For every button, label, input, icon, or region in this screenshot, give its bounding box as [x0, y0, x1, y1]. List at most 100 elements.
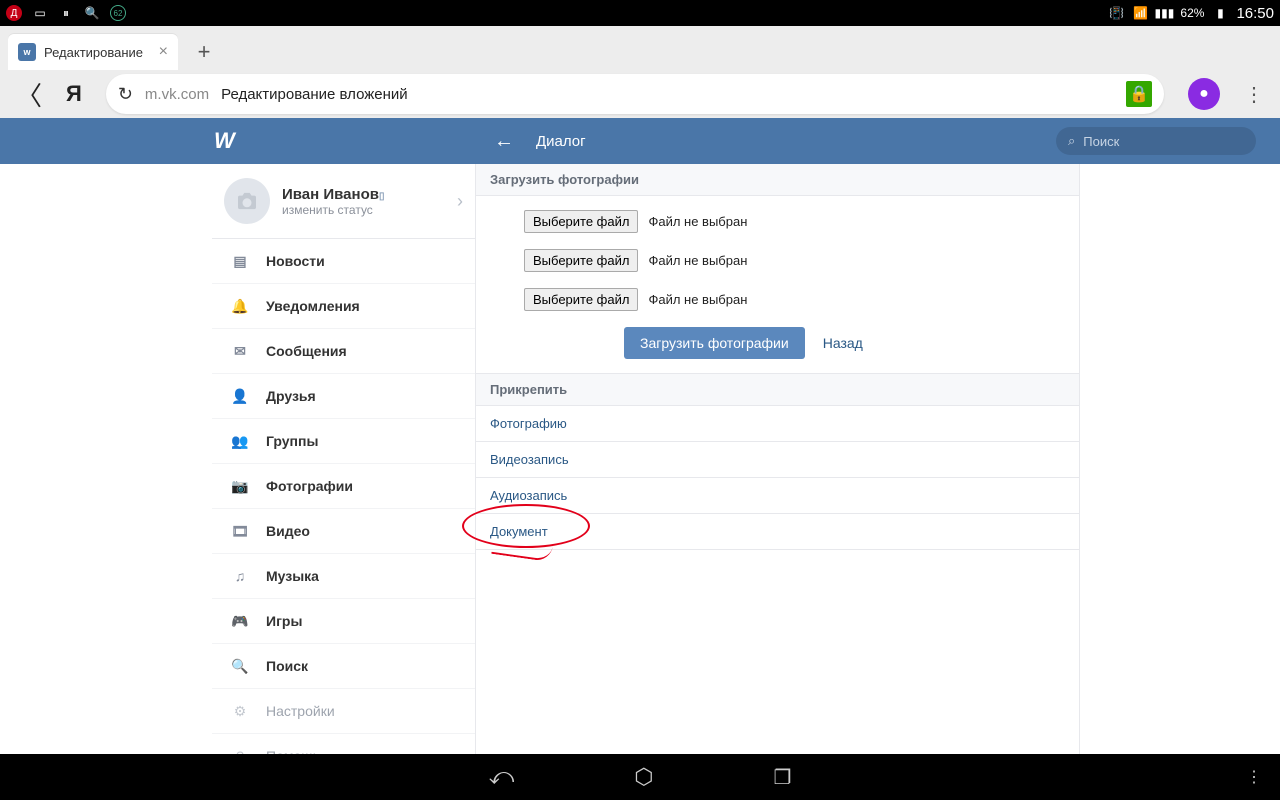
url-field[interactable]: ↻ m.vk.com Редактирование вложений 🔒 — [106, 74, 1164, 114]
sidebar-item-music[interactable]: ♫ Музыка — [212, 554, 475, 599]
nav-back-icon[interactable]: ⤺ — [489, 763, 515, 791]
sidebar: Иван Иванов▯ изменить статус › ▤ Новости… — [212, 164, 476, 754]
nav-recent-icon[interactable]: ❐ — [773, 765, 791, 790]
nav-back-button[interactable]: 〈 — [16, 76, 42, 113]
chevron-right-icon: › — [457, 191, 463, 212]
sidebar-item-label: Фотографии — [266, 478, 353, 494]
signal-icon: ▮▮▮ — [1156, 5, 1172, 21]
news-icon: ▤ — [230, 251, 250, 271]
music-icon: ♫ — [230, 566, 250, 586]
sidebar-item-label: Музыка — [266, 568, 319, 584]
film-icon: 🎞 — [230, 521, 250, 541]
wifi-icon: 📶 — [1132, 5, 1148, 21]
search-icon: 🔍 — [84, 5, 100, 21]
sidebar-item-groups[interactable]: 👥 Группы — [212, 419, 475, 464]
back-arrow-icon[interactable]: ← — [494, 130, 514, 153]
sidebar-item-messages[interactable]: ✉ Сообщения — [212, 329, 475, 374]
browser-tab[interactable]: w Редактирование × — [8, 34, 178, 70]
sidebar-item-friends[interactable]: 👤 Друзья — [212, 374, 475, 419]
file-input-row: Выберите файл Файл не выбран — [524, 288, 1031, 311]
reload-icon[interactable]: ↻ — [118, 84, 133, 105]
choose-file-button[interactable]: Выберите файл — [524, 210, 638, 233]
upload-submit-button[interactable]: Загрузить фотографии — [624, 327, 805, 359]
app-badge-icon: Д — [6, 5, 22, 21]
sidebar-item-label: Настройки — [266, 703, 335, 719]
search-input[interactable]: ⌕ Поиск — [1056, 127, 1256, 155]
sidebar-item-label: Новости — [266, 253, 325, 269]
annotation-tail — [491, 538, 553, 562]
tab-title: Редактирование — [44, 45, 151, 60]
yandex-logo[interactable]: Я — [66, 81, 82, 107]
sidebar-item-label: Уведомления — [266, 298, 360, 314]
pause-icon: ⏸ — [58, 5, 74, 21]
vibrate-icon: 📳 — [1108, 5, 1124, 21]
user-icon: 👤 — [230, 386, 250, 406]
vk-favicon: w — [18, 43, 36, 61]
sidebar-item-games[interactable]: 🎮 Игры — [212, 599, 475, 644]
android-nav-bar: ⤺ ⬡ ❐ ⋮ — [0, 754, 1280, 800]
file-input-row: Выберите файл Файл не выбран — [524, 210, 1031, 233]
browser-tabstrip: w Редактирование × + — [0, 26, 1280, 70]
profile-name: Иван Иванов▯ — [282, 186, 384, 203]
camera-icon: 📷 — [230, 476, 250, 496]
gear-icon: ⚙ — [230, 701, 250, 721]
battery-percent: 62% — [1180, 6, 1204, 20]
sidebar-item-label: Сообщения — [266, 343, 347, 359]
profile-status[interactable]: изменить статус — [282, 203, 384, 217]
close-icon[interactable]: × — [159, 43, 168, 61]
page-title: Диалог — [536, 133, 586, 150]
choose-file-button[interactable]: Выберите файл — [524, 249, 638, 272]
sidebar-item-settings[interactable]: ⚙ Настройки — [212, 689, 475, 734]
attach-audio-link[interactable]: Аудиозапись — [476, 478, 1079, 514]
attach-document-link[interactable]: Документ — [476, 514, 1079, 550]
sidebar-item-notifications[interactable]: 🔔 Уведомления — [212, 284, 475, 329]
bell-icon: 🔔 — [230, 296, 250, 316]
camera-icon — [236, 192, 258, 210]
sidebar-item-label: Видео — [266, 523, 310, 539]
search-icon: 🔍 — [230, 656, 250, 676]
users-icon: 👥 — [230, 431, 250, 451]
attach-video-link[interactable]: Видеозапись — [476, 442, 1079, 478]
attach-heading: Прикрепить — [476, 374, 1079, 406]
clock: 16:50 — [1236, 5, 1274, 22]
avatar — [224, 178, 270, 224]
file-status: Файл не выбран — [648, 292, 747, 307]
sidebar-item-search[interactable]: 🔍 Поиск — [212, 644, 475, 689]
kebab-menu-icon[interactable]: ⋮ — [1244, 82, 1264, 107]
search-icon: ⌕ — [1068, 133, 1075, 149]
vk-header: W ← Диалог ⌕ Поиск — [0, 118, 1280, 164]
sidebar-item-video[interactable]: 🎞 Видео — [212, 509, 475, 554]
url-page-title: Редактирование вложений — [221, 86, 408, 103]
profile-header[interactable]: Иван Иванов▯ изменить статус › — [212, 164, 475, 239]
file-status: Файл не выбран — [648, 253, 747, 268]
choose-file-button[interactable]: Выберите файл — [524, 288, 638, 311]
secure-lock-icon[interactable]: 🔒 — [1126, 81, 1152, 107]
search-placeholder: Поиск — [1083, 134, 1119, 149]
image-icon: ▭ — [32, 5, 48, 21]
nav-menu-icon[interactable]: ⋮ — [1246, 767, 1262, 787]
new-tab-button[interactable]: + — [186, 34, 222, 70]
gamepad-icon: 🎮 — [230, 611, 250, 631]
sync-icon: 62 — [110, 5, 126, 21]
sidebar-item-label: Поиск — [266, 658, 308, 674]
upload-heading: Загрузить фотографии — [476, 164, 1079, 196]
url-domain: m.vk.com — [145, 86, 209, 103]
file-status: Файл не выбран — [648, 214, 747, 229]
sidebar-item-news[interactable]: ▤ Новости — [212, 239, 475, 284]
file-input-row: Выберите файл Файл не выбран — [524, 249, 1031, 272]
battery-icon: ▮ — [1212, 5, 1228, 21]
attach-document-label: Документ — [490, 524, 548, 539]
android-status-bar: Д ▭ ⏸ 🔍 62 📳 📶 ▮▮▮ 62% ▮ 16:50 — [0, 0, 1280, 26]
voice-search-icon[interactable]: ● — [1188, 78, 1220, 110]
sidebar-item-label: Друзья — [266, 388, 316, 404]
envelope-icon: ✉ — [230, 341, 250, 361]
sidebar-item-photos[interactable]: 📷 Фотографии — [212, 464, 475, 509]
nav-home-icon[interactable]: ⬡ — [634, 764, 653, 790]
sidebar-item-label: Группы — [266, 433, 318, 449]
main-content: Загрузить фотографии Выберите файл Файл … — [476, 164, 1080, 754]
back-link[interactable]: Назад — [823, 335, 863, 351]
sidebar-item-label: Игры — [266, 613, 302, 629]
vk-logo[interactable]: W — [214, 128, 264, 154]
attach-photo-link[interactable]: Фотографию — [476, 406, 1079, 442]
browser-address-bar: 〈 Я ↻ m.vk.com Редактирование вложений 🔒… — [0, 70, 1280, 118]
